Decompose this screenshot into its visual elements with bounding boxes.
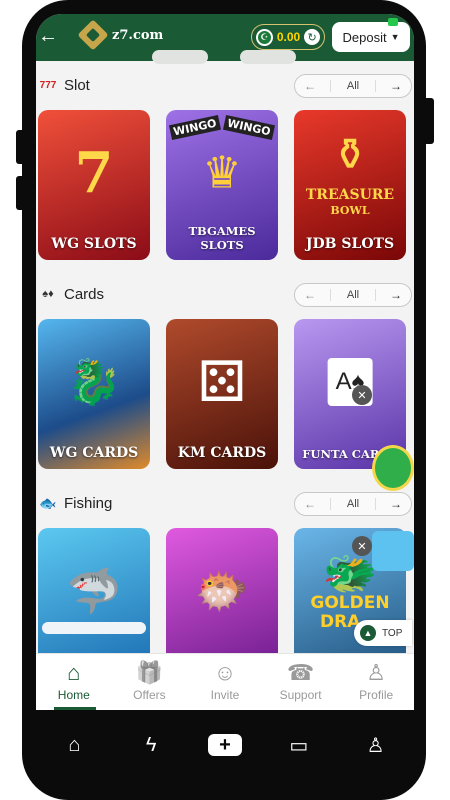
prev-arrow-icon[interactable]: ← <box>295 79 325 93</box>
next-arrow-icon[interactable]: → <box>381 497 411 511</box>
treasure-line-1: TREASURE <box>305 187 395 203</box>
nav-home[interactable]: ⌂ Home <box>36 654 112 710</box>
fish-icon: 🐟 <box>39 494 57 511</box>
back-arrow-icon[interactable]: ← <box>38 26 58 46</box>
prev-arrow-icon[interactable]: ← <box>295 497 325 511</box>
section-title: ♠♦ Cards <box>36 283 104 305</box>
nav-label: Support <box>279 688 322 702</box>
dragon-icon: 🐉 <box>66 358 122 407</box>
view-all-button[interactable]: All <box>329 289 377 301</box>
next-arrow-icon[interactable]: → <box>381 79 411 93</box>
home-icon[interactable]: ⌂ <box>54 734 94 757</box>
chevron-down-icon: ▼ <box>390 32 400 42</box>
back-to-top-button[interactable]: ▲ TOP <box>354 620 412 646</box>
lucky-seven-icon: 7 <box>74 140 114 206</box>
section-title-text: Slot <box>64 76 90 94</box>
flash-icon[interactable]: ϟ <box>131 734 171 757</box>
section-pager: ← All → <box>294 283 412 307</box>
game-card-label: KM CARDS <box>177 445 267 461</box>
game-card-row: 7 WG SLOTS WINGO WINGO ♛ TBGAMES SLOTS ⚱… <box>38 110 406 260</box>
treasure-bowl-title: TREASURE BOWL <box>294 188 406 218</box>
gift-icon: 🎁 <box>135 660 164 685</box>
brand-name: z7.com <box>112 27 164 43</box>
section-title: 🐟 Fishing <box>36 492 112 514</box>
game-card-tbgames-slots[interactable]: WINGO WINGO ♛ TBGAMES SLOTS <box>166 110 278 260</box>
deposit-label: Deposit <box>342 29 387 45</box>
game-lobby: 777 Slot ← All → 7 WG SLOTS WINGO WINGO … <box>36 61 414 653</box>
home-icon: ⌂ <box>67 660 81 685</box>
volume-up-button <box>16 130 26 164</box>
slot-777-icon: 777 <box>39 79 57 91</box>
person-icon[interactable]: ♙ <box>356 733 396 758</box>
system-navigation-bar: ⌂ ϟ + ▭ ♙ <box>36 720 414 770</box>
progress-strip <box>42 622 146 634</box>
nav-offers[interactable]: 🎁 Offers <box>112 654 188 710</box>
brand-logo[interactable]: z7.com <box>77 19 164 51</box>
section-pager: ← All → <box>294 492 412 516</box>
playing-cards-icon: ♠♦ <box>42 288 54 300</box>
game-card-jdb-slots[interactable]: ⚱ TREASURE BOWL JDB SLOTS <box>294 110 406 260</box>
section-title: 777 Slot <box>36 74 90 96</box>
treasure-bowl-icon: ⚱ <box>331 130 369 180</box>
section-title-text: Fishing <box>64 494 113 512</box>
game-card-fishing-2[interactable]: 🐡 <box>166 528 278 653</box>
close-icon[interactable]: ✕ <box>352 536 372 556</box>
section-pager: ← All → <box>294 74 412 98</box>
person-icon: ♙ <box>366 660 387 685</box>
nav-label: Invite <box>210 688 240 702</box>
game-card-row: 🐉 WG CARDS ⚄ KM CARDS A♠ ✕ FUNTA CARDS <box>38 319 406 469</box>
pufferfish-icon: 🐡 <box>194 567 250 616</box>
game-card-row: 🦈 🐡 🐲 ✕ GOLDEN DRA... <box>38 528 406 653</box>
game-card-wg-slots[interactable]: 7 WG SLOTS <box>38 110 150 260</box>
game-card-wg-cards[interactable]: 🐉 WG CARDS <box>38 319 150 469</box>
bottom-navigation: ⌂ Home 🎁 Offers ☺ Invite ☎ Support ♙ Pro… <box>36 653 414 710</box>
pakistan-flag-icon: ☪ <box>256 28 273 46</box>
gift-promo-icon[interactable] <box>372 531 414 571</box>
treasure-line-2: BOWL <box>330 204 370 217</box>
wallet-balance: ☪ 0.00 ↻ <box>251 24 325 50</box>
active-tab-indicator <box>54 707 96 710</box>
crown-icon: ♛ <box>202 148 242 198</box>
close-icon[interactable]: ✕ <box>352 385 372 405</box>
plus-icon[interactable]: + <box>207 734 242 756</box>
promo-badge[interactable] <box>372 445 414 491</box>
prev-arrow-icon[interactable]: ← <box>295 288 325 302</box>
logo-emblem-icon <box>77 19 109 51</box>
golden-line-1: GOLDEN <box>310 593 390 613</box>
top-label: TOP <box>382 627 403 639</box>
arrow-up-icon: ▲ <box>360 625 376 641</box>
dice-icon: ⚄ <box>197 350 247 413</box>
notification-dot <box>388 18 398 26</box>
view-all-button[interactable]: All <box>329 498 377 510</box>
game-card-label: WG CARDS <box>49 445 139 461</box>
game-card-fishing-1[interactable]: 🦈 <box>38 528 150 653</box>
game-card-label: TBGAMES SLOTS <box>188 224 256 252</box>
wingo-banner-right: WINGO <box>223 114 276 141</box>
nav-label: Profile <box>359 688 394 702</box>
refresh-icon[interactable]: ↻ <box>304 29 320 45</box>
power-button <box>422 98 434 144</box>
chat-icon[interactable]: ▭ <box>279 733 319 758</box>
nav-support[interactable]: ☎ Support <box>263 654 339 710</box>
dragon-icon: 🐲 <box>322 549 378 598</box>
view-all-button[interactable]: All <box>329 80 377 92</box>
wingo-banner-left: WINGO <box>168 114 221 141</box>
section-title-text: Cards <box>64 285 105 303</box>
nav-profile[interactable]: ♙ Profile <box>338 654 414 710</box>
nav-label: Offers <box>133 688 166 702</box>
deposit-button[interactable]: Deposit ▼ <box>332 22 410 52</box>
headset-icon: ☎ <box>286 660 315 685</box>
game-card-label: JDB SLOTS <box>305 236 395 252</box>
top-header: ← z7.com ☪ 0.00 ↻ Deposit ▼ <box>36 14 414 61</box>
game-card-km-cards[interactable]: ⚄ KM CARDS <box>166 319 278 469</box>
next-arrow-icon[interactable]: → <box>381 288 411 302</box>
game-card-label: WG SLOTS <box>51 236 137 252</box>
people-icon: ☺ <box>213 660 237 685</box>
volume-down-button <box>16 176 26 210</box>
nav-label: Home <box>57 688 90 702</box>
app-screen: ← z7.com ☪ 0.00 ↻ Deposit ▼ 777 Slot ← A… <box>36 14 414 710</box>
balance-amount: 0.00 <box>276 30 301 44</box>
shark-icon: 🦈 <box>66 567 122 616</box>
nav-invite[interactable]: ☺ Invite <box>187 654 263 710</box>
